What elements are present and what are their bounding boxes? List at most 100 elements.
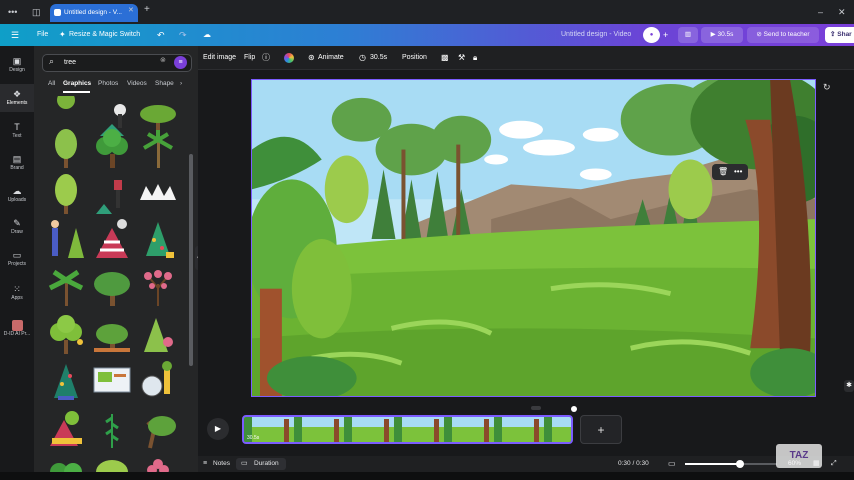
delete-icon[interactable]: 🗑︎ bbox=[718, 164, 728, 180]
timeline-clip[interactable]: 30.5s bbox=[242, 415, 573, 444]
rail-item-projects[interactable]: ▭ Projects bbox=[0, 246, 34, 272]
panel-scrollbar[interactable] bbox=[189, 154, 193, 366]
tabs-scroll-right-icon[interactable]: › bbox=[180, 80, 182, 87]
graphic-result[interactable] bbox=[46, 96, 86, 132]
graphic-result[interactable] bbox=[46, 360, 86, 402]
user-avatar[interactable]: ● bbox=[643, 27, 660, 43]
rail-item-label: Elements bbox=[6, 100, 28, 106]
graphic-result[interactable] bbox=[138, 128, 178, 170]
zoom-slider-knob[interactable] bbox=[736, 460, 745, 468]
graphic-result[interactable] bbox=[92, 128, 132, 170]
graphic-result[interactable] bbox=[92, 314, 132, 356]
add-collaborator-icon[interactable]: + bbox=[663, 24, 668, 46]
graphic-result[interactable] bbox=[138, 174, 178, 216]
bottom-bar: ≡ Notes ▭ Duration 0:30 / 0:30 ▭ 60% ▦ ⤢ bbox=[198, 456, 854, 472]
clear-search-icon[interactable]: ⊗ bbox=[160, 56, 166, 64]
rail-item-design[interactable]: ▣ Design bbox=[0, 52, 34, 78]
menu-dots-icon[interactable]: ••• bbox=[8, 6, 17, 18]
timeline-handle[interactable] bbox=[531, 406, 541, 410]
clip-duration: 30.5s bbox=[247, 435, 260, 441]
tab-photos[interactable]: Photos bbox=[98, 80, 118, 87]
document-title[interactable]: Untitled design - Video bbox=[561, 24, 631, 46]
rail-item-label: Draw bbox=[11, 229, 23, 235]
send-to-teacher-label: Send to teacher bbox=[763, 31, 810, 38]
rail-item-brand[interactable]: ▤ Brand bbox=[0, 150, 34, 176]
minimize-icon[interactable]: – bbox=[818, 6, 823, 18]
graphic-result[interactable] bbox=[92, 174, 132, 216]
avatar-icon bbox=[11, 320, 23, 331]
tab-grid-icon[interactable]: ◫ bbox=[32, 6, 41, 18]
info-icon[interactable]: ⓘ bbox=[262, 46, 270, 70]
search-input[interactable]: ⌕ tree ⊗ ≡ bbox=[42, 54, 192, 72]
play-button[interactable]: ▶ bbox=[207, 418, 229, 440]
tab-close-icon[interactable]: ✕ bbox=[128, 5, 134, 17]
tab-graphics[interactable]: Graphics bbox=[63, 80, 91, 87]
duration-toggle[interactable]: Duration bbox=[254, 456, 279, 472]
graphic-result[interactable] bbox=[92, 360, 132, 402]
file-menu[interactable]: File bbox=[37, 24, 48, 46]
filter-icon[interactable]: ≡ bbox=[174, 56, 187, 69]
notes-button[interactable]: Notes bbox=[213, 456, 230, 472]
rail-item-apps[interactable]: ⁙ Apps bbox=[0, 280, 34, 306]
rail-item-text[interactable]: T Text bbox=[0, 118, 34, 144]
playhead-marker[interactable] bbox=[571, 406, 577, 412]
graphic-result[interactable] bbox=[92, 408, 132, 450]
rail-item-d-id[interactable]: D-ID AI Pr... bbox=[0, 318, 34, 344]
share-button[interactable]: ⇪ Shar bbox=[825, 27, 854, 43]
tab-all[interactable]: All bbox=[48, 80, 55, 87]
redo-icon[interactable]: ↷ bbox=[179, 24, 187, 46]
graphic-result[interactable] bbox=[46, 218, 86, 260]
transparency-icon[interactable]: ▩ bbox=[441, 46, 449, 70]
color-wheel-icon[interactable] bbox=[284, 53, 294, 63]
undo-icon[interactable]: ↶ bbox=[157, 24, 165, 46]
rail-item-label: Uploads bbox=[7, 197, 27, 203]
resize-magic-switch-button[interactable]: Resize & Magic Switch bbox=[69, 24, 140, 46]
browser-tab[interactable]: Untitled design - V... bbox=[50, 4, 138, 22]
graphic-result[interactable] bbox=[46, 408, 86, 450]
rail-item-draw[interactable]: ✎ Draw bbox=[0, 214, 34, 240]
layout-icon: ▣ bbox=[12, 56, 22, 66]
rail-item-label: D-ID AI Pr... bbox=[3, 331, 31, 337]
graphic-result[interactable] bbox=[138, 218, 178, 260]
send-to-teacher-button[interactable]: ⊘ Send to teacher bbox=[747, 27, 819, 43]
graphic-result[interactable] bbox=[138, 408, 178, 450]
add-page-button[interactable]: + bbox=[580, 415, 622, 444]
rotate-refresh-icon[interactable]: ↻ bbox=[823, 82, 831, 93]
graphic-result[interactable] bbox=[46, 174, 86, 216]
lock-icon[interactable]: 🔒︎ bbox=[473, 46, 477, 70]
graphic-result[interactable] bbox=[46, 266, 86, 308]
play-preview-button[interactable]: ▶ 30.5s bbox=[701, 27, 743, 43]
animate-button[interactable]: Animate bbox=[318, 46, 344, 70]
tab-shapes[interactable]: Shape bbox=[155, 80, 174, 87]
edit-image-button[interactable]: Edit image bbox=[203, 46, 236, 70]
tab-videos[interactable]: Videos bbox=[127, 80, 147, 87]
insights-chart-icon[interactable]: ▥ bbox=[678, 27, 698, 43]
os-taskbar bbox=[0, 472, 854, 480]
rail-item-label: Projects bbox=[7, 261, 27, 267]
design-page-forest-scene[interactable] bbox=[251, 79, 816, 397]
graphic-result[interactable] bbox=[138, 314, 178, 356]
browser-bar: ••• ◫ Untitled design - V... ✕ + – ✕ bbox=[0, 0, 854, 24]
rail-item-elements[interactable]: ❖ Elements bbox=[0, 84, 34, 112]
new-tab-plus-icon[interactable]: + bbox=[144, 4, 150, 16]
flip-button[interactable]: Flip bbox=[244, 46, 255, 70]
more-options-icon[interactable]: ••• bbox=[734, 164, 742, 180]
graphic-result[interactable] bbox=[138, 360, 178, 402]
hamburger-menu-icon[interactable]: ☰ bbox=[11, 24, 19, 46]
rail-item-uploads[interactable]: ☁ Uploads bbox=[0, 182, 34, 208]
zoom-slider[interactable] bbox=[685, 460, 777, 468]
graphic-result[interactable] bbox=[138, 266, 178, 308]
duration-button[interactable]: 30.5s bbox=[370, 46, 387, 70]
brand-icon: ▤ bbox=[12, 154, 22, 164]
graphic-result[interactable] bbox=[46, 128, 86, 170]
graphic-result[interactable] bbox=[92, 266, 132, 308]
paint-roller-icon[interactable]: ⚒ bbox=[458, 46, 465, 70]
graphic-result[interactable] bbox=[92, 218, 132, 260]
screen-icon[interactable]: ▭ bbox=[668, 456, 676, 472]
clip-thumbnail-strip bbox=[244, 417, 571, 442]
close-icon[interactable]: ✕ bbox=[838, 6, 846, 18]
magic-assist-icon[interactable]: ✱ bbox=[844, 380, 854, 392]
position-button[interactable]: Position bbox=[402, 46, 427, 70]
graphic-result[interactable] bbox=[46, 314, 86, 356]
fullscreen-icon[interactable]: ⤢ bbox=[831, 456, 837, 472]
